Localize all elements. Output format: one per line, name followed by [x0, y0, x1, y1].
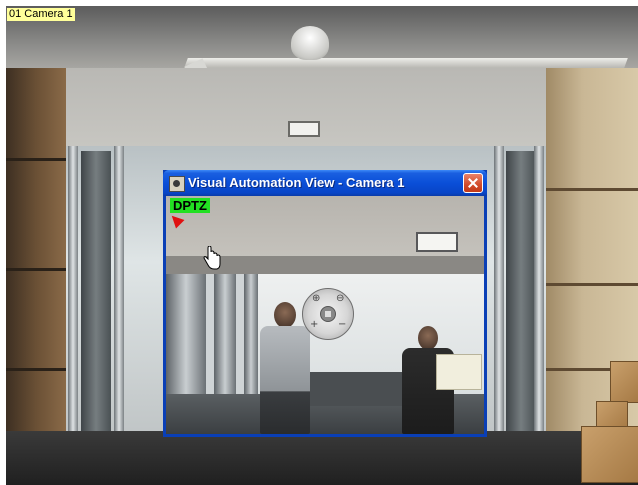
- door-glass: [81, 151, 111, 431]
- door-frame: [534, 146, 544, 436]
- hand-cursor-icon: [203, 246, 221, 270]
- ptz-control[interactable]: ⊕ ⊖ + −: [302, 288, 354, 340]
- left-wall: [6, 68, 66, 485]
- camera-label: 01 Camera 1: [7, 8, 75, 21]
- title-bar[interactable]: Visual Automation View - Camera 1: [163, 170, 487, 196]
- window-title: Visual Automation View - Camera 1: [188, 175, 405, 190]
- zoom-plus-button[interactable]: +: [310, 320, 318, 330]
- visual-automation-window[interactable]: Visual Automation View - Camera 1 DPTZ ⊕…: [163, 170, 487, 437]
- cardboard-box: [610, 361, 638, 403]
- ptz-center-icon[interactable]: [320, 306, 336, 322]
- view-desk: [296, 372, 414, 406]
- smoke-detector: [291, 26, 329, 60]
- door-frame: [114, 146, 124, 436]
- bag: [436, 354, 482, 390]
- view-exit-sign: [416, 232, 458, 252]
- close-button[interactable]: [463, 173, 483, 193]
- door-glass: [506, 151, 536, 431]
- ceiling-light: [184, 58, 628, 68]
- door-frame: [494, 146, 504, 436]
- exit-sign: [288, 121, 320, 137]
- zoom-in-button[interactable]: ⊕: [312, 294, 320, 304]
- cardboard-box: [581, 426, 638, 483]
- ptz-view[interactable]: DPTZ ⊕ ⊖ + −: [166, 196, 484, 434]
- floor: [6, 431, 638, 485]
- camera-app-icon: [169, 176, 185, 192]
- door-frame: [68, 146, 78, 436]
- zoom-minus-button[interactable]: −: [338, 320, 346, 330]
- zoom-out-button[interactable]: ⊖: [336, 294, 344, 304]
